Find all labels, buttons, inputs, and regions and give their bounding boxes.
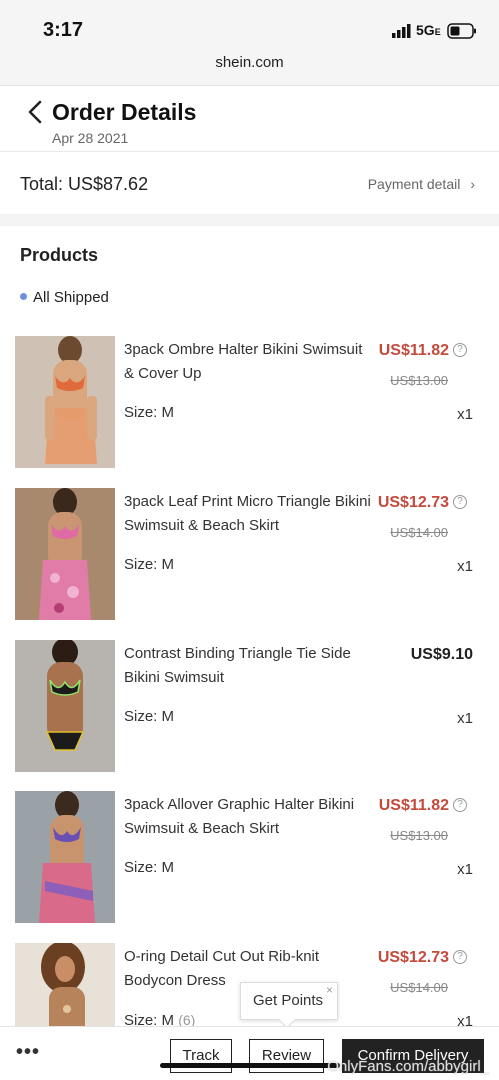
total-row: Total: US$87.62 Payment detail › — [0, 152, 499, 214]
get-points-tooltip[interactable]: Get Points × — [240, 982, 338, 1029]
product-quantity: x1 — [457, 710, 473, 727]
page-header: Order Details Apr 28 2021 — [0, 86, 499, 152]
more-options-icon[interactable]: ••• — [16, 1041, 40, 1064]
close-icon[interactable]: × — [326, 983, 333, 997]
order-details-page: 3:17 5GE shein.com Order Details Apr 28 … — [0, 0, 499, 1080]
product-size: Size: M — [124, 859, 175, 876]
price-info-icon[interactable]: ? — [453, 950, 467, 964]
product-image[interactable] — [15, 488, 115, 620]
original-price: US$14.00 — [390, 980, 448, 995]
product-quantity: x1 — [457, 558, 473, 575]
battery-icon — [447, 23, 476, 39]
product-quantity: x1 — [457, 406, 473, 423]
price-info-icon[interactable]: ? — [453, 798, 467, 812]
price-info-icon[interactable]: ? — [453, 495, 467, 509]
original-price: US$13.00 — [390, 828, 448, 843]
sale-price: US$12.73 — [377, 494, 449, 511]
order-total: Total: US$87.62 — [20, 174, 149, 194]
sale-price: US$11.82 — [378, 342, 449, 359]
product-image[interactable] — [15, 791, 115, 923]
home-indicator — [160, 1063, 340, 1068]
product-image[interactable] — [15, 336, 115, 468]
product-size: Size: M — [124, 708, 175, 725]
signal-icon — [392, 24, 411, 38]
chevron-right-icon: › — [470, 176, 475, 192]
sale-price: US$12.73 — [377, 949, 449, 966]
status-bar: 3:17 5GE shein.com — [0, 0, 499, 86]
section-divider — [0, 214, 499, 226]
order-date: Apr 28 2021 — [52, 130, 129, 146]
product-name[interactable]: 3pack Allover Graphic Halter Bikini Swim… — [124, 793, 372, 841]
original-price: US$13.00 — [390, 373, 448, 388]
watermark: OnlyFans.com/abbygirl_ — [327, 1058, 489, 1075]
product-size: Size: M — [124, 556, 175, 573]
payment-detail-link[interactable]: Payment detail › — [368, 176, 475, 192]
products-heading: Products — [20, 245, 99, 265]
product-item[interactable]: 3pack Leaf Print Micro Triangle Bikini S… — [0, 488, 499, 628]
price-info-icon[interactable]: ? — [453, 343, 467, 357]
tooltip-text: Get Points — [253, 992, 324, 1009]
product-quantity: x1 — [457, 861, 473, 878]
product-item[interactable]: Contrast Binding Triangle Tie Side Bikin… — [0, 640, 499, 780]
shipping-status: All Shipped — [20, 289, 109, 306]
network-label: 5GE — [416, 22, 441, 38]
product-image[interactable] — [15, 640, 115, 772]
price: US$9.10 — [410, 646, 473, 663]
product-name[interactable]: 3pack Leaf Print Micro Triangle Bikini S… — [124, 490, 372, 538]
sale-price: US$11.82 — [378, 797, 449, 814]
original-price: US$14.00 — [390, 525, 448, 540]
page-title: Order Details — [52, 99, 197, 125]
status-dot-icon — [20, 293, 27, 300]
product-name[interactable]: Contrast Binding Triangle Tie Side Bikin… — [124, 642, 372, 690]
product-size: Size: M — [124, 404, 175, 421]
product-item[interactable]: 3pack Ombre Halter Bikini Swimsuit & Cov… — [0, 336, 499, 476]
product-name[interactable]: 3pack Ombre Halter Bikini Swimsuit & Cov… — [124, 338, 372, 386]
clock: 3:17 — [43, 19, 84, 41]
product-item[interactable]: 3pack Allover Graphic Halter Bikini Swim… — [0, 791, 499, 931]
back-arrow-icon[interactable] — [26, 100, 44, 124]
url-bar[interactable]: shein.com — [0, 54, 499, 71]
